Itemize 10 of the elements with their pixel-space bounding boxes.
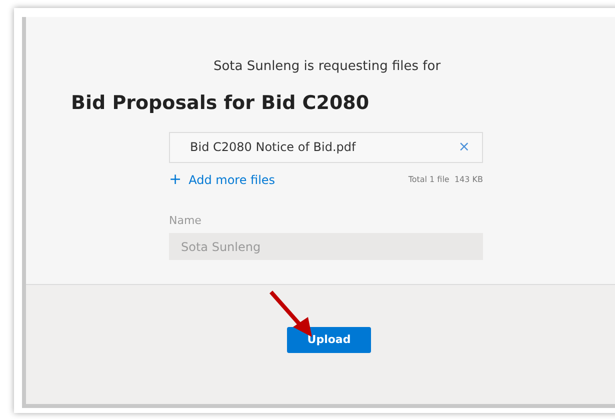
add-files-label: Add more files [188, 172, 276, 188]
total-size-text: Total 1 file 143 KB [408, 174, 483, 186]
request-title: Bid Proposals for Bid C2080 [71, 92, 370, 114]
plus-icon: + [169, 172, 182, 187]
upload-button[interactable]: Upload [287, 327, 371, 353]
add-files-link[interactable]: + Add more files [169, 170, 276, 188]
name-label: Name [169, 212, 202, 228]
file-name: Bid C2080 Notice of Bid.pdf [190, 139, 356, 156]
request-subtitle: Sota Sunleng is requesting files for [213, 59, 441, 74]
remove-file-button[interactable]: × [458, 140, 470, 154]
